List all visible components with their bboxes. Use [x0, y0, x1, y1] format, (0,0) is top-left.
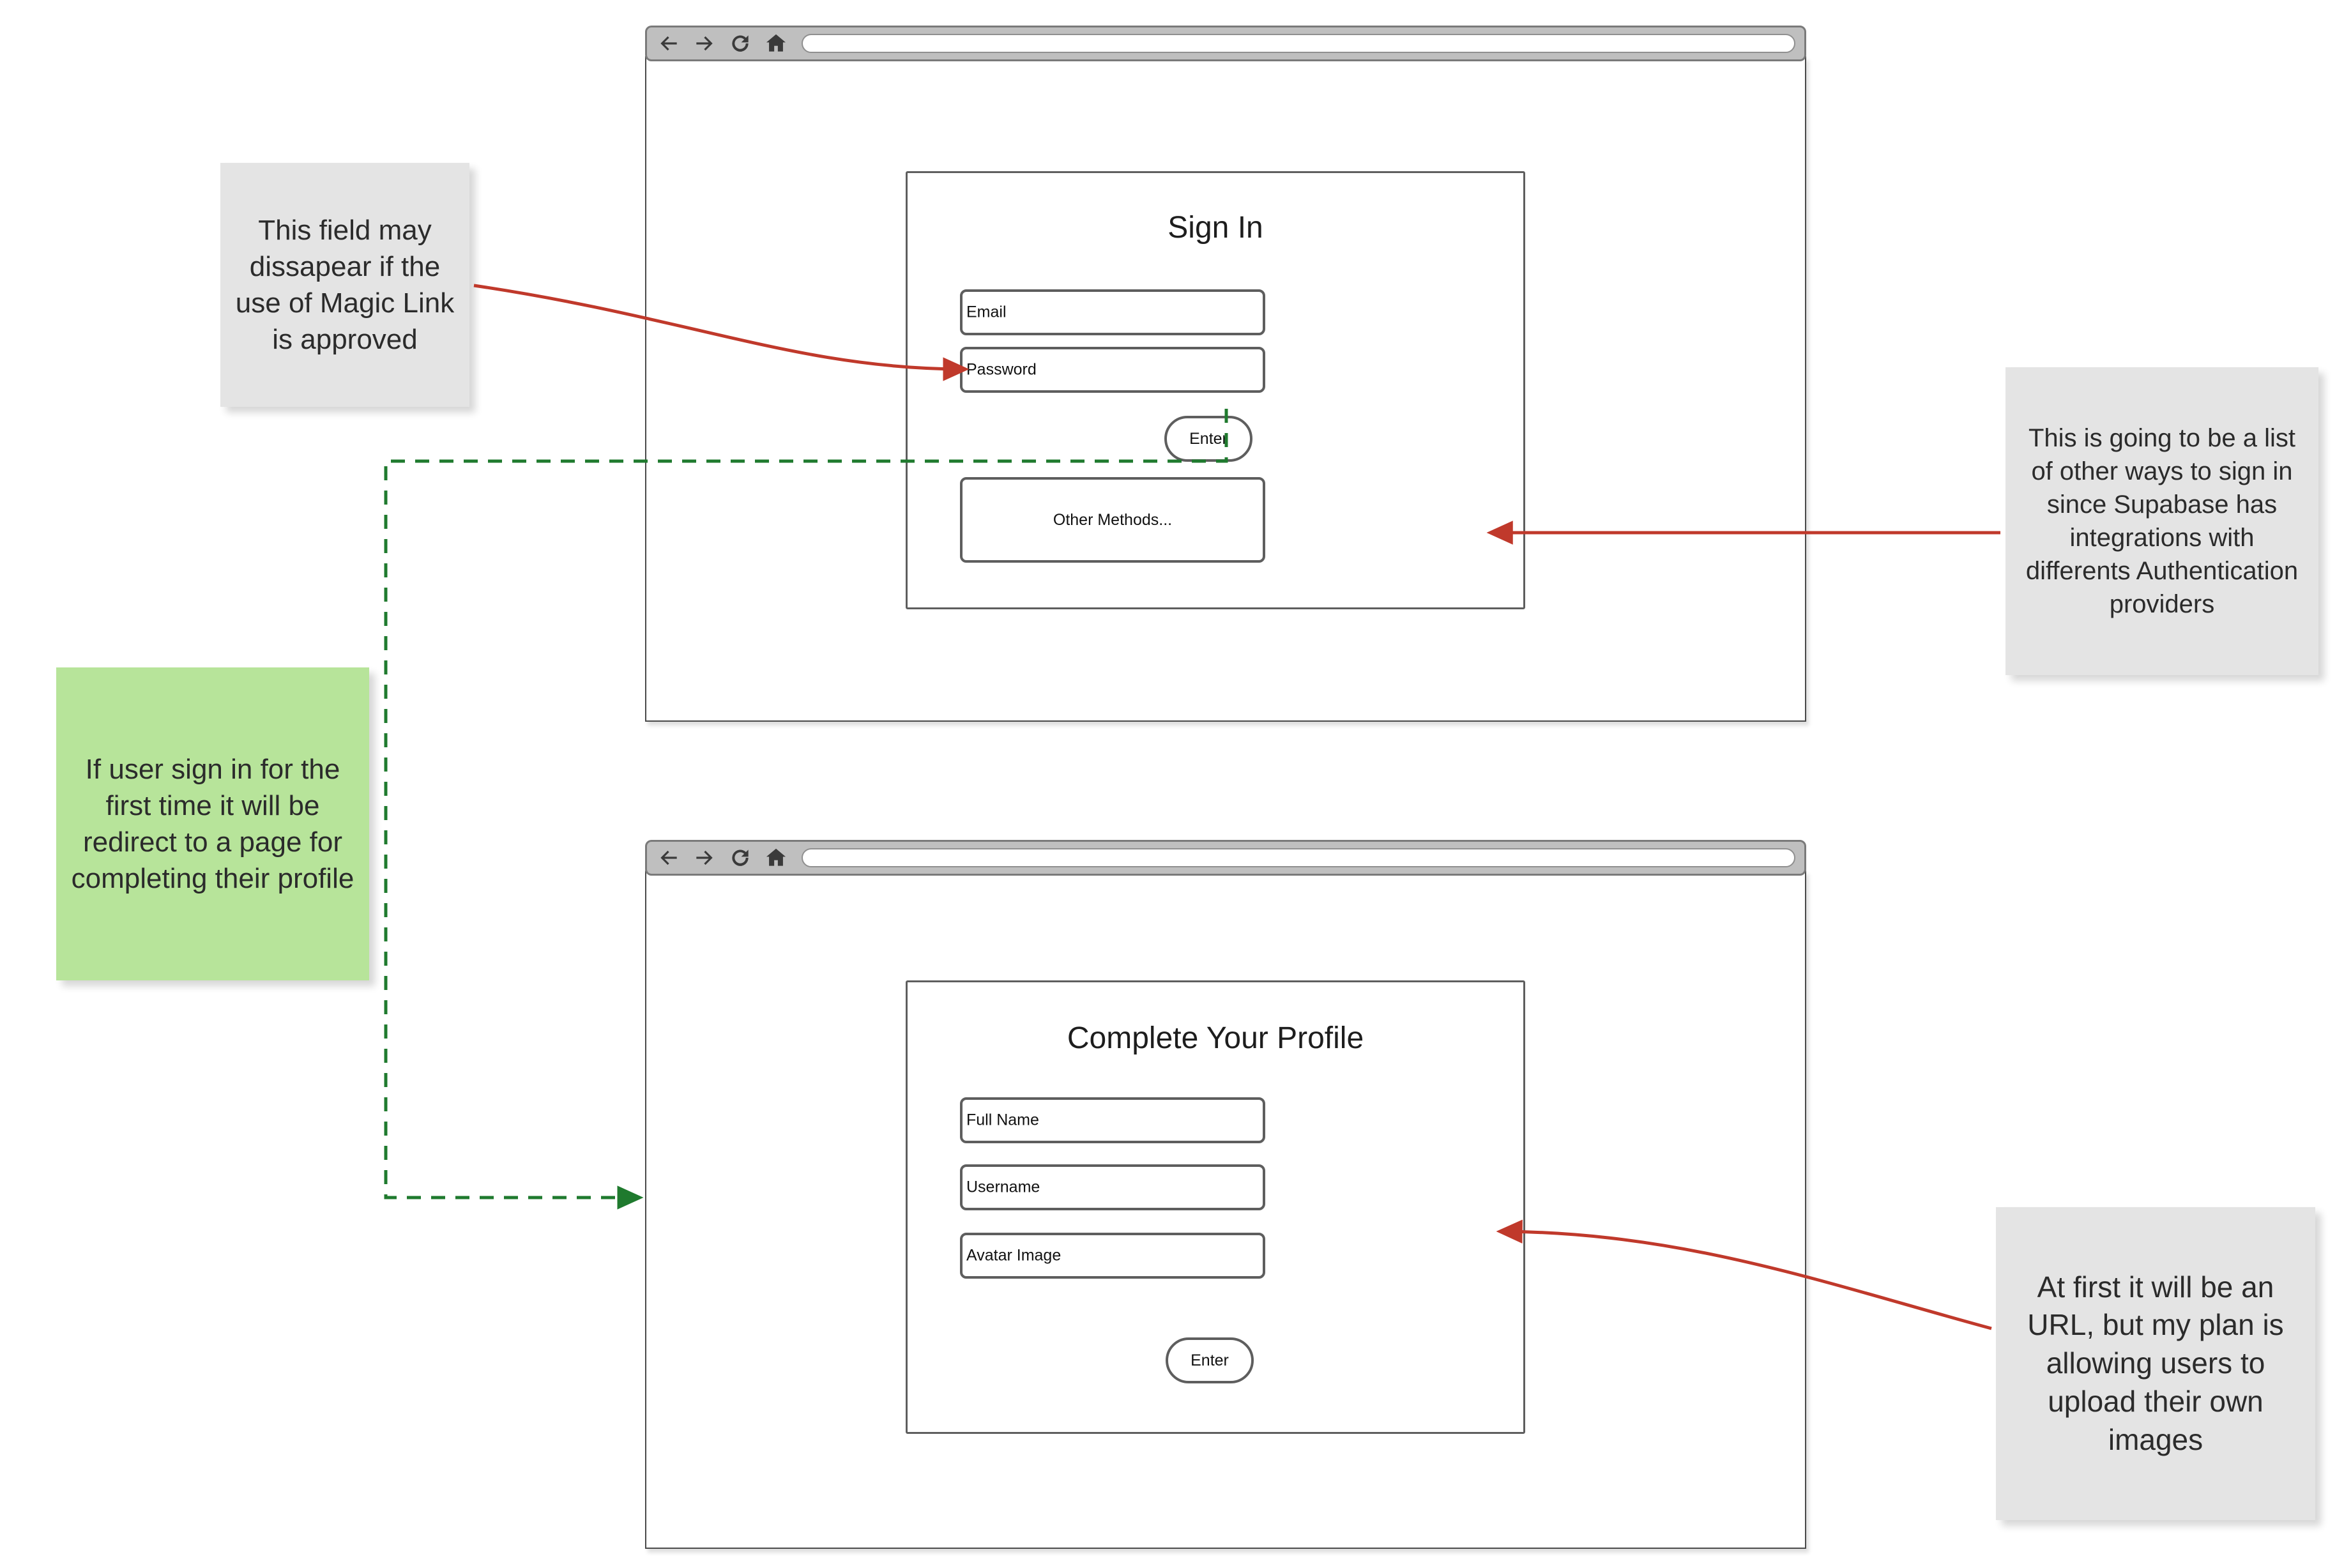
note-other-methods: This is going to be a list of other ways…	[2005, 367, 2318, 675]
avatar-image-field[interactable]: Avatar Image	[960, 1233, 1265, 1279]
email-field-label: Email	[966, 303, 1007, 321]
reload-icon[interactable]	[727, 31, 753, 56]
sign-in-enter-button[interactable]: Enter	[1164, 416, 1252, 462]
home-icon[interactable]	[763, 845, 789, 871]
password-field[interactable]: Password	[960, 347, 1265, 393]
forward-arrow-icon[interactable]	[692, 845, 717, 871]
avatar-image-field-label: Avatar Image	[966, 1246, 1062, 1265]
reload-icon[interactable]	[727, 845, 753, 871]
browser-window-sign-in: Sign In Email Password Enter Other Metho…	[645, 26, 1806, 722]
password-field-label: Password	[966, 360, 1037, 379]
home-icon[interactable]	[763, 31, 789, 56]
note-first-time-redirect: If user sign in for the first time it wi…	[56, 667, 369, 980]
note-avatar-url: At first it will be an URL, but my plan …	[1996, 1207, 2315, 1520]
back-arrow-icon[interactable]	[656, 31, 681, 56]
username-field[interactable]: Username	[960, 1164, 1265, 1210]
email-field[interactable]: Email	[960, 289, 1265, 335]
other-methods-box[interactable]: Other Methods...	[960, 477, 1265, 563]
url-input-sign-in[interactable]	[802, 34, 1795, 53]
full-name-field-label: Full Name	[966, 1111, 1039, 1129]
complete-profile-card: Complete Your Profile Full Name Username…	[906, 980, 1525, 1434]
sign-in-card: Sign In Email Password Enter Other Metho…	[906, 171, 1525, 609]
full-name-field[interactable]: Full Name	[960, 1097, 1265, 1143]
browser-toolbar-sign-in[interactable]	[645, 26, 1806, 61]
browser-window-complete-profile: Complete Your Profile Full Name Username…	[645, 840, 1806, 1549]
note-magic-link: This field may dissapear if the use of M…	[220, 163, 469, 407]
forward-arrow-icon[interactable]	[692, 31, 717, 56]
complete-profile-title: Complete Your Profile	[1067, 1021, 1364, 1055]
complete-profile-enter-button[interactable]: Enter	[1166, 1337, 1254, 1383]
browser-viewport-sign-in: Sign In Email Password Enter Other Metho…	[645, 56, 1806, 722]
browser-toolbar-complete-profile[interactable]	[645, 840, 1806, 876]
sign-in-title: Sign In	[1168, 211, 1263, 245]
back-arrow-icon[interactable]	[656, 845, 681, 871]
browser-viewport-complete-profile: Complete Your Profile Full Name Username…	[645, 871, 1806, 1549]
username-field-label: Username	[966, 1178, 1040, 1196]
wireframe-canvas: Sign In Email Password Enter Other Metho…	[0, 0, 2344, 1568]
url-input-complete-profile[interactable]	[802, 848, 1795, 867]
